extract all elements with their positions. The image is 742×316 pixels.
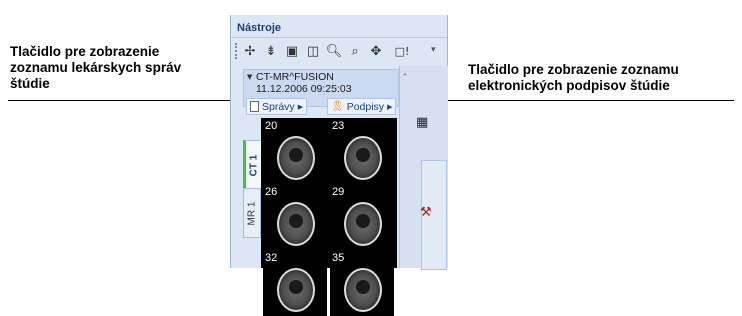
window-icon[interactable]: □! <box>390 42 414 60</box>
scroll-up-icon[interactable]: ⌃ <box>401 73 409 83</box>
tab-ct1-label: CT 1 <box>248 154 260 176</box>
ct-slice-image <box>277 136 315 180</box>
toolbar-overflow-icon[interactable]: ▾ <box>431 45 436 55</box>
callout-signatures: Tlačidlo pre zobrazenie zoznamu elektron… <box>468 62 679 94</box>
ct-slice-image <box>344 202 382 246</box>
tab-ct1[interactable]: CT 1 <box>243 140 263 190</box>
callout-reports-line-3: štúdie <box>10 76 50 91</box>
callout-reports-line-1: Tlačidlo pre zobrazenie <box>10 44 160 59</box>
ct-slice-image <box>344 268 382 312</box>
layout-grid-icon[interactable]: ▦ <box>416 115 430 130</box>
study-date: 11.12.2006 09:25:03 <box>256 83 352 95</box>
measure-icon[interactable]: ⇟ <box>262 42 280 60</box>
slice-number: 29 <box>332 186 345 198</box>
thumbnail[interactable]: 20 <box>263 120 327 184</box>
thumbnail[interactable]: 32 <box>263 252 327 316</box>
tab-mr1[interactable]: MR 1 <box>243 188 261 238</box>
document-icon <box>250 101 259 112</box>
signatures-button-label: Podpisy <box>346 100 385 113</box>
callout-reports-line <box>8 100 245 101</box>
submenu-arrow-icon: ▶ <box>387 102 393 111</box>
reports-button-label: Správy <box>262 100 295 113</box>
panel-title: Nástroje <box>237 22 282 34</box>
title-separator <box>231 37 447 38</box>
slice-number: 35 <box>332 252 345 264</box>
thumbnail-grid: 20 23 26 29 32 35 <box>261 118 397 316</box>
tools-panel: Nástroje ✢ ⇟ ▣ ◫ 🔍︎ ⌕ ✥ □! ▾ ▼ CT-MR^FUS… <box>230 15 448 316</box>
callout-reports-line-2: zoznamu lekárskych správ <box>10 60 182 75</box>
thumbnail[interactable]: 23 <box>330 120 394 184</box>
slice-number: 32 <box>265 252 278 264</box>
study-name: CT-MR^FUSION <box>256 71 334 83</box>
submenu-arrow-icon: ▶ <box>297 102 304 111</box>
callout-signatures-line-2: elektronických podpisov štúdie <box>468 78 670 93</box>
slice-number: 20 <box>265 120 278 132</box>
slice-number: 26 <box>265 186 278 198</box>
expand-collapse-icon[interactable]: ▼ <box>247 73 252 81</box>
ct-slice-image <box>277 202 315 246</box>
ct-slice-image <box>344 136 382 180</box>
thumbnail[interactable]: 26 <box>263 186 327 250</box>
series-tabs: CT 1 MR 1 <box>241 126 263 268</box>
ct-slice-image <box>277 268 315 312</box>
thumbnail[interactable]: 35 <box>330 252 394 316</box>
magnify-icon[interactable]: ⌕ <box>346 42 364 60</box>
signatures-button[interactable]: 🎗︎ Podpisy ▶ <box>327 98 397 115</box>
tab-mr1-label: MR 1 <box>246 201 258 225</box>
slice-number: 23 <box>332 120 345 132</box>
toolbar-grip[interactable] <box>235 43 239 59</box>
thumbnail[interactable]: 29 <box>330 186 394 250</box>
pan-icon[interactable]: ✥ <box>367 42 385 60</box>
overlay-icon[interactable]: ▣ <box>283 42 301 60</box>
callout-signatures-line-1: Tlačidlo pre zobrazenie zoznamu <box>468 62 679 77</box>
reports-button[interactable]: Správy ▶ <box>246 98 308 115</box>
toolbar: ✢ ⇟ ▣ ◫ 🔍︎ ⌕ ✥ □! ▾ <box>235 41 441 61</box>
zoom-icon[interactable]: 🔍︎ <box>325 42 343 60</box>
signature-ribbon-icon: 🎗︎ <box>331 101 344 112</box>
tools-icon[interactable]: ⚒ <box>420 205 432 220</box>
crosshair-icon[interactable]: ✢ <box>241 42 259 60</box>
split-icon[interactable]: ◫ <box>304 42 322 60</box>
callout-signatures-line <box>400 100 734 101</box>
callout-reports: Tlačidlo pre zobrazenie zoznamu lekársky… <box>10 44 181 92</box>
